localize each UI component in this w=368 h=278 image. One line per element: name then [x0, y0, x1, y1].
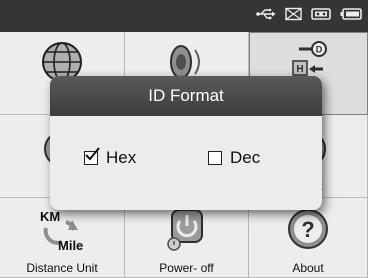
hex-option[interactable]: Hex: [84, 147, 137, 168]
hex-label: Hex: [106, 148, 137, 167]
checkmark-icon: [85, 147, 100, 161]
hex-checkbox[interactable]: [84, 147, 100, 165]
dialog-title: ID Format: [50, 76, 322, 116]
dec-option[interactable]: Dec: [208, 148, 260, 168]
id-format-dialog: ID Format Hex Dec: [50, 76, 322, 210]
dec-label: Dec: [230, 148, 261, 167]
dec-checkbox[interactable]: [208, 151, 222, 165]
